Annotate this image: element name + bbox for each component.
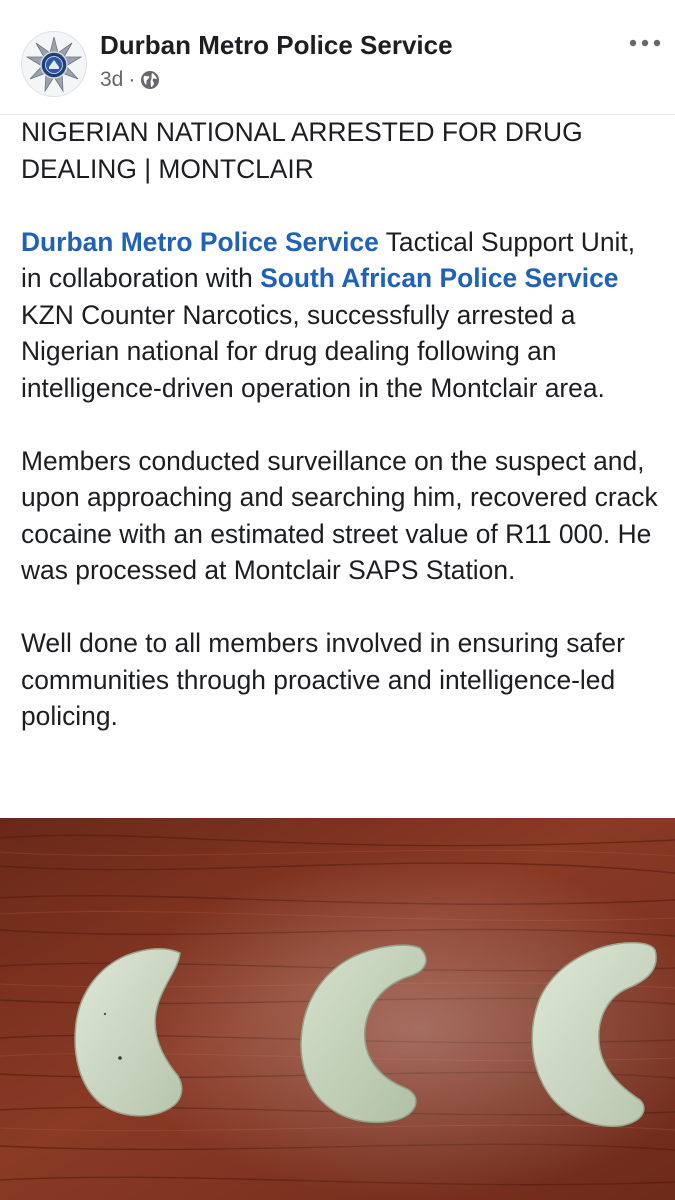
more-options-icon bbox=[629, 39, 661, 47]
facebook-post: Durban Metro Police Service 3d · NIGERIA… bbox=[0, 0, 675, 1200]
post-paragraph-1: Durban Metro Police Service Tactical Sup… bbox=[21, 224, 661, 407]
more-options-button[interactable] bbox=[625, 28, 665, 58]
post-body: NIGERIAN NATIONAL ARRESTED FOR DRUG DEAL… bbox=[21, 114, 661, 771]
post-timestamp[interactable]: 3d bbox=[100, 68, 123, 92]
paragraph-1-text-b: KZN Counter Narcotics, successfully arre… bbox=[21, 299, 605, 403]
post-header: Durban Metro Police Service 3d · bbox=[0, 0, 675, 112]
headline-line-1: NIGERIAN NATIONAL ARRESTED FOR DRUG bbox=[21, 117, 583, 147]
post-paragraph-2: Members conducted surveillance on the su… bbox=[21, 445, 658, 586]
post-headline: NIGERIAN NATIONAL ARRESTED FOR DRUG DEAL… bbox=[21, 114, 661, 187]
mention-link-saps[interactable]: South African Police Service bbox=[260, 263, 618, 293]
page-avatar[interactable] bbox=[21, 31, 87, 97]
photo-evidence-image bbox=[0, 818, 675, 1200]
headline-line-2: DEALING | MONTCLAIR bbox=[21, 153, 314, 184]
mention-link-durban-metro-police[interactable]: Durban Metro Police Service bbox=[21, 227, 379, 257]
page-name-link[interactable]: Durban Metro Police Service bbox=[100, 30, 453, 61]
post-meta: 3d · bbox=[100, 66, 160, 94]
police-star-badge-icon bbox=[25, 36, 83, 93]
post-paragraph-3: Well done to all members involved in ens… bbox=[21, 628, 625, 731]
post-photo[interactable] bbox=[0, 818, 675, 1200]
meta-separator: · bbox=[128, 68, 136, 91]
globe-icon[interactable] bbox=[140, 70, 160, 90]
